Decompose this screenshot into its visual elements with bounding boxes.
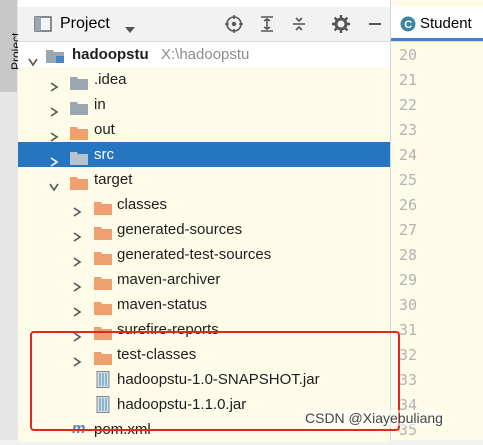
project-view-icon <box>34 16 52 37</box>
line-number: 27 <box>399 221 418 239</box>
tree-label: .idea <box>94 71 127 88</box>
tree-label: maven-archiver <box>117 271 221 288</box>
chevron-down-icon[interactable] <box>124 21 136 39</box>
tree-label: maven-status <box>117 296 208 313</box>
tree-label: out <box>94 121 115 138</box>
editor-pane: C Student 20 21 22 23 24 25 26 27 28 29 … <box>390 0 483 440</box>
tree-label: in <box>94 96 106 113</box>
tree-label: src <box>94 146 114 163</box>
watermark: CSDN @Xiayebuliang <box>305 410 443 426</box>
editor-tab-label: Student <box>420 15 472 32</box>
tree-row-hadoopstu[interactable]: hadoopstu X:\hadoopstu <box>18 42 390 67</box>
project-tool-tab[interactable]: Project <box>0 0 23 92</box>
line-number: 28 <box>399 246 418 264</box>
editor-tab-student[interactable]: C Student <box>391 7 483 41</box>
tree-row-idea[interactable]: .idea <box>18 67 390 92</box>
line-number: 30 <box>399 296 418 314</box>
tree-row-generated-test-sources[interactable]: generated-test-sources <box>18 242 390 267</box>
module-path: X:\hadoopstu <box>161 46 250 63</box>
tree-label: classes <box>117 196 168 213</box>
gear-icon[interactable] <box>332 15 350 33</box>
tree-row-classes[interactable]: classes <box>18 192 390 217</box>
line-number-gutter: 20 21 22 23 24 25 26 27 28 29 30 31 32 3… <box>391 43 483 443</box>
tree-row-in[interactable]: in <box>18 92 390 117</box>
tree-row-maven-archiver[interactable]: maven-archiver <box>18 267 390 292</box>
java-class-icon: C <box>400 16 416 37</box>
locate-target-icon[interactable] <box>225 15 243 33</box>
project-panel-header: Project <box>18 7 390 42</box>
tree-row-target[interactable]: target <box>18 167 390 192</box>
tree-label: hadoopstu <box>72 46 149 63</box>
tree-label: target <box>94 171 133 188</box>
editor-tab-bar: C Student <box>391 7 483 42</box>
tree-row-generated-sources[interactable]: generated-sources <box>18 217 390 242</box>
line-number: 26 <box>399 196 418 214</box>
tree-row-src[interactable]: src <box>18 142 390 167</box>
line-number: 29 <box>399 271 418 289</box>
tree-label: generated-test-sources <box>117 246 272 263</box>
line-number: 31 <box>399 321 418 339</box>
collapse-all-icon[interactable] <box>290 15 308 33</box>
line-number: 33 <box>399 371 418 389</box>
tree-row-out[interactable]: out <box>18 117 390 142</box>
line-number: 20 <box>399 46 418 64</box>
tool-window-strip: Project <box>0 0 23 440</box>
line-number: 21 <box>399 71 418 89</box>
line-number: 23 <box>399 121 418 139</box>
line-number: 24 <box>399 146 418 164</box>
expand-all-icon[interactable] <box>258 15 276 33</box>
tree-row-maven-status[interactable]: maven-status <box>18 292 390 317</box>
tree-label: generated-sources <box>117 221 243 238</box>
line-number: 25 <box>399 171 418 189</box>
svg-text:C: C <box>404 19 412 31</box>
panel-title[interactable]: Project <box>60 15 110 33</box>
line-number: 22 <box>399 96 418 114</box>
line-number: 32 <box>399 346 418 364</box>
minimize-icon[interactable] <box>366 15 384 33</box>
